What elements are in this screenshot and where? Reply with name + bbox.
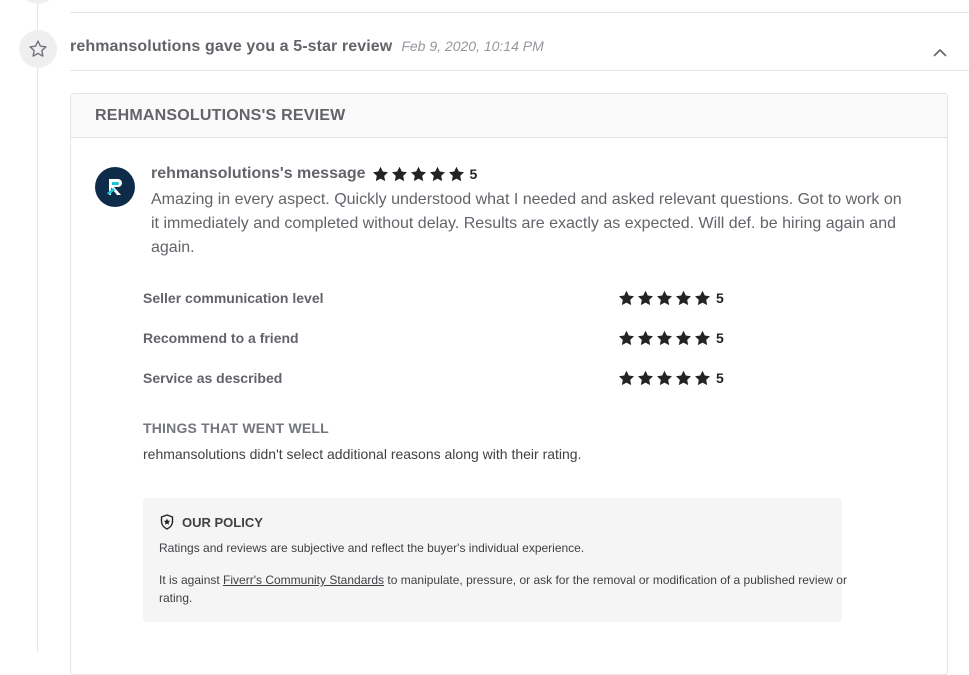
policy-title: OUR POLICY (182, 514, 263, 530)
star-icon (694, 370, 711, 386)
policy-box: OUR POLICY Ratings and reviews are subje… (143, 498, 847, 622)
review-card: REHMANSOLUTIONS'S REVIEW rehmansolutions… (70, 93, 948, 675)
chevron-up-icon[interactable] (933, 45, 947, 59)
rating-score: 5 (716, 330, 724, 346)
overall-score: 5 (469, 166, 478, 182)
rating-label: Service as described (143, 370, 283, 386)
rating-stars: 5 (612, 330, 724, 346)
star-icon (656, 290, 673, 306)
star-icon (429, 166, 445, 182)
star-outline-icon (19, 30, 57, 68)
star-icon (618, 330, 635, 346)
star-icon (410, 166, 426, 182)
overall-star-rating (372, 166, 467, 182)
brand-logo-icon (107, 179, 122, 195)
timeline-line (37, 0, 38, 652)
event-date: Feb 9, 2020, 10:14 PM (401, 38, 544, 54)
rating-label: Seller communication level (143, 290, 324, 306)
policy-text-prefix: It is against (159, 573, 224, 587)
message-text: Amazing in every aspect. Quickly underst… (151, 191, 902, 256)
rating-row-service: Service as described 5 (143, 370, 743, 410)
message-title-row: rehmansolutions's message 5 (151, 164, 911, 184)
star-icon (618, 370, 635, 386)
review-card-header: REHMANSOLUTIONS'S REVIEW (71, 94, 947, 138)
divider (70, 70, 969, 71)
star-icon (372, 166, 388, 182)
message-title: rehmansolutions's message (151, 165, 366, 182)
star-icon (391, 166, 407, 182)
message-block: rehmansolutions's message 5 Amazing in e… (151, 164, 911, 260)
star-icon (637, 330, 654, 346)
event-header: rehmansolutions gave you a 5-star review… (70, 38, 949, 60)
star-icon (448, 166, 464, 182)
star-icon (637, 370, 654, 386)
policy-text: It is against Fiverr's Community Standar… (159, 571, 859, 607)
rating-breakdown: Seller communication level 5 Recommend t… (143, 290, 743, 410)
star-rating (618, 290, 713, 306)
star-icon (637, 290, 654, 306)
star-rating (618, 370, 713, 386)
went-well-text: rehmansolutions didn't select additional… (143, 446, 582, 462)
avatar[interactable] (95, 167, 135, 207)
star-icon (694, 290, 711, 306)
policy-text: Ratings and reviews are subjective and r… (159, 541, 585, 555)
star-icon (675, 330, 692, 346)
event-title: rehmansolutions gave you a 5-star review (70, 38, 393, 55)
star-icon (694, 330, 711, 346)
star-icon (675, 370, 692, 386)
previous-event-icon (19, 0, 57, 4)
community-standards-link[interactable]: Fiverr's Community Standards (223, 573, 384, 587)
rating-row-recommend: Recommend to a friend 5 (143, 330, 743, 370)
divider (70, 12, 969, 13)
policy-header: OUR POLICY (159, 514, 263, 530)
star-icon (675, 290, 692, 306)
shield-star-icon (160, 514, 174, 530)
rating-score: 5 (716, 370, 724, 386)
star-icon (618, 290, 635, 306)
rating-row-communication: Seller communication level 5 (143, 290, 743, 330)
rating-score: 5 (716, 290, 724, 306)
star-icon (656, 330, 673, 346)
rating-label: Recommend to a friend (143, 330, 299, 346)
rating-stars: 5 (612, 370, 724, 386)
went-well-title: THINGS THAT WENT WELL (143, 420, 329, 436)
star-rating (618, 330, 713, 346)
star-icon (656, 370, 673, 386)
review-card-title: REHMANSOLUTIONS'S REVIEW (95, 106, 346, 124)
rating-stars: 5 (612, 290, 724, 306)
